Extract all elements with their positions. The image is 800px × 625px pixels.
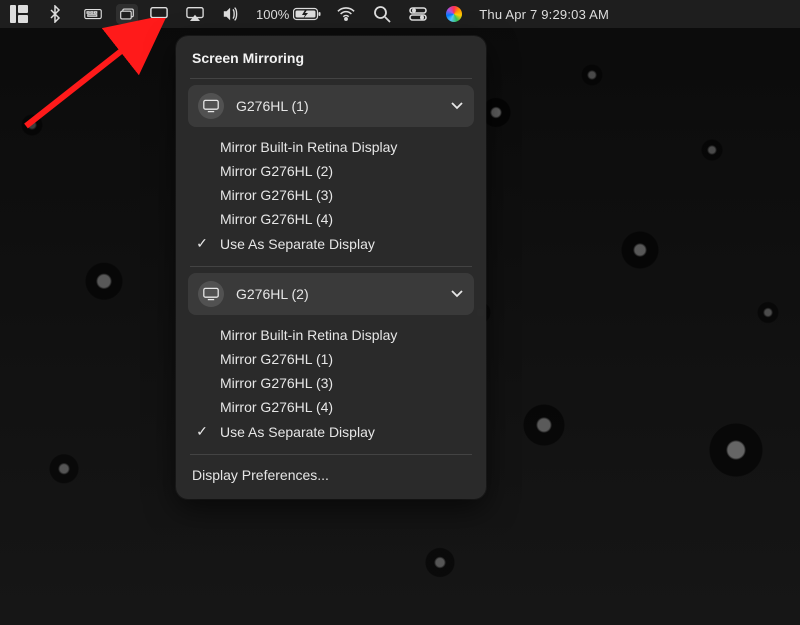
use-separate-option[interactable]: ✓Use As Separate Display	[176, 231, 486, 256]
mirror-option[interactable]: Mirror G276HL (1)	[176, 347, 486, 371]
checkmark-icon: ✓	[194, 423, 210, 440]
volume-icon[interactable]	[220, 4, 242, 24]
bluetooth-icon[interactable]	[44, 4, 66, 24]
mirror-option[interactable]: Mirror G276HL (3)	[176, 371, 486, 395]
spotlight-icon[interactable]	[371, 4, 393, 24]
monitor-icon	[198, 281, 224, 307]
control-center-icon[interactable]	[407, 4, 429, 24]
checkmark-icon: ✓	[194, 235, 210, 252]
display-2-options: Mirror Built-in Retina Display Mirror G2…	[176, 321, 486, 450]
display-row-2[interactable]: G276HL (2)	[188, 273, 474, 315]
screen-mirroring-icon[interactable]	[116, 4, 138, 24]
chevron-down-icon	[450, 286, 464, 303]
siri-icon[interactable]	[443, 4, 465, 24]
divider	[190, 78, 472, 79]
use-separate-option[interactable]: ✓Use As Separate Display	[176, 419, 486, 444]
mirror-option[interactable]: Mirror G276HL (4)	[176, 207, 486, 231]
display-preferences-link[interactable]: Display Preferences...	[176, 459, 486, 493]
screen-mirroring-panel: Screen Mirroring G276HL (1) Mirror Built…	[176, 36, 486, 499]
battery-status[interactable]: 100%	[256, 7, 321, 22]
clock-label[interactable]: Thu Apr 7 9:29:03 AM	[479, 7, 609, 22]
display-1-options: Mirror Built-in Retina Display Mirror G2…	[176, 133, 486, 262]
app-grid-icon[interactable]	[8, 4, 30, 24]
wifi-icon[interactable]	[335, 4, 357, 24]
mirror-option[interactable]: Mirror G276HL (3)	[176, 183, 486, 207]
keyboard-brightness-icon[interactable]	[80, 4, 106, 24]
display-name-label: G276HL (2)	[236, 286, 438, 302]
chevron-down-icon	[450, 98, 464, 115]
display-row-1[interactable]: G276HL (1)	[188, 85, 474, 127]
battery-percent-label: 100%	[256, 7, 289, 22]
mirror-option[interactable]: Mirror Built-in Retina Display	[176, 135, 486, 159]
menu-bar: 100% Thu Apr 7 9:29:03 AM	[0, 0, 800, 28]
divider	[190, 454, 472, 455]
mirror-option[interactable]: Mirror G276HL (2)	[176, 159, 486, 183]
airplay-icon[interactable]	[184, 4, 206, 24]
panel-title: Screen Mirroring	[176, 44, 486, 74]
divider	[190, 266, 472, 267]
monitor-icon	[198, 93, 224, 119]
display-name-label: G276HL (1)	[236, 98, 438, 114]
display-icon[interactable]	[148, 4, 170, 24]
mirror-option[interactable]: Mirror Built-in Retina Display	[176, 323, 486, 347]
mirror-option[interactable]: Mirror G276HL (4)	[176, 395, 486, 419]
